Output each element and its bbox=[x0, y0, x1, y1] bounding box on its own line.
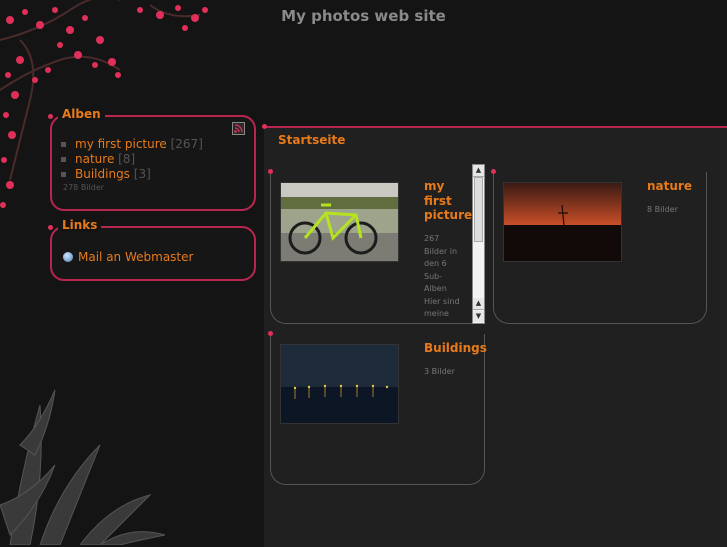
album-description: 8 Bilder bbox=[647, 205, 678, 214]
album-thumbnail-sunset[interactable] bbox=[503, 182, 622, 262]
album-description: 3 Bilder bbox=[424, 367, 455, 376]
description-line: Bilder in bbox=[424, 246, 458, 256]
description-line: 267 bbox=[424, 234, 440, 243]
main-panel-marker bbox=[262, 124, 267, 129]
album-title-my-first-picture[interactable]: my first picture bbox=[424, 179, 472, 223]
album-count: [8] bbox=[118, 152, 136, 166]
album-title-line: first bbox=[424, 193, 452, 208]
album-link-nature[interactable]: nature [8] bbox=[60, 152, 203, 167]
box-marker bbox=[48, 114, 53, 119]
scroll-up-icon[interactable]: ▲ bbox=[473, 165, 484, 177]
mail-webmaster-label[interactable]: Mail an Webmaster bbox=[78, 250, 193, 264]
card-marker bbox=[491, 169, 496, 174]
description-line: meine bbox=[424, 309, 449, 318]
album-link-my-first-picture[interactable]: my first picture [267] bbox=[60, 137, 203, 152]
album-link-label[interactable]: Buildings bbox=[75, 167, 130, 181]
album-link-label[interactable]: my first picture bbox=[75, 137, 167, 151]
album-title-buildings[interactable]: Buildings bbox=[424, 341, 487, 356]
album-link-buildings[interactable]: Buildings [3] bbox=[60, 167, 203, 182]
links-box-title: Links bbox=[58, 218, 102, 232]
scrollbar-thumb[interactable] bbox=[474, 177, 483, 242]
box-marker bbox=[48, 225, 53, 230]
foliage-decoration bbox=[0, 389, 166, 545]
album-list: my first picture [267] nature [8] Buildi… bbox=[60, 137, 203, 182]
scroll-down-icon[interactable]: ▼ bbox=[473, 311, 484, 322]
total-images: 278 Bilder bbox=[63, 183, 105, 192]
album-description: 267 Bilder in den 6 Sub- Alben Hier sind… bbox=[424, 233, 460, 321]
description-line: Sub- bbox=[424, 271, 443, 281]
rss-feed-icon[interactable] bbox=[232, 122, 245, 135]
page-title: Startseite bbox=[278, 133, 346, 147]
scroll-up-icon[interactable]: ▲ bbox=[473, 298, 484, 310]
card-marker bbox=[268, 331, 273, 336]
description-scrollbar[interactable]: ▲ ▲ ▼ bbox=[472, 164, 485, 324]
globe-icon bbox=[63, 252, 73, 262]
card-marker bbox=[268, 169, 273, 174]
album-count: [3] bbox=[133, 167, 151, 181]
album-thumbnail-pier-night[interactable] bbox=[280, 344, 399, 424]
albums-box: Alben my first picture [267] nature [8] … bbox=[48, 107, 256, 211]
description-line: den 6 bbox=[424, 259, 447, 268]
album-count: [267] bbox=[170, 137, 203, 151]
mail-webmaster-link[interactable]: Mail an Webmaster bbox=[63, 250, 193, 264]
albums-box-title: Alben bbox=[58, 107, 105, 121]
links-box: Links Mail an Webmaster bbox=[48, 218, 256, 281]
site-title: My photos web site bbox=[281, 7, 446, 25]
album-thumbnail-bicycle[interactable] bbox=[280, 182, 399, 262]
album-title-line: my bbox=[424, 179, 445, 193]
description-line: Hier sind bbox=[424, 296, 460, 306]
description-line: Alben bbox=[424, 284, 447, 293]
album-title-nature[interactable]: nature bbox=[647, 179, 692, 194]
album-title-line: picture bbox=[424, 208, 473, 222]
album-link-label[interactable]: nature bbox=[75, 152, 114, 166]
